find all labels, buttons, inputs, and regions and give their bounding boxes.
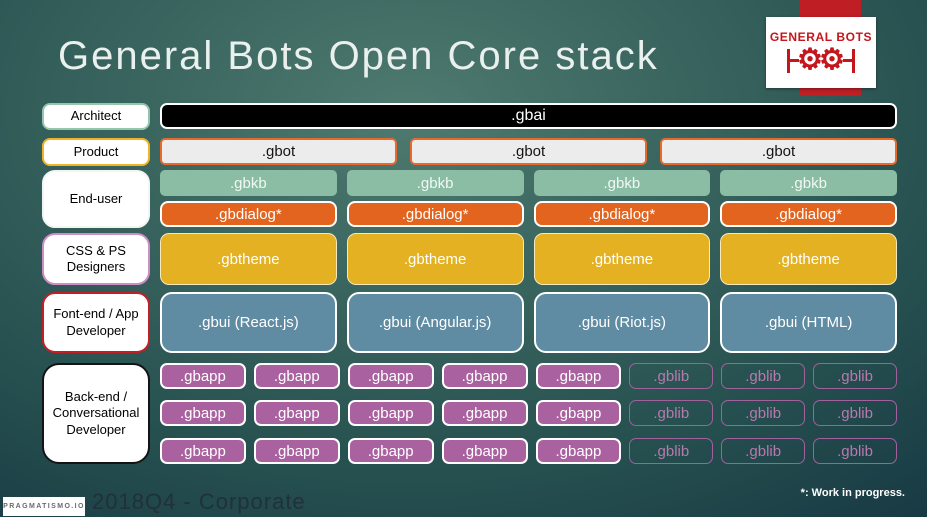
gblib-box: .gblib (629, 400, 714, 426)
role-label-frontend: Font-end / App Developer (42, 292, 150, 353)
gbai-box: .gbai (160, 103, 897, 129)
slide-caption: 2018Q4 - Corporate (92, 489, 306, 514)
pragmatismo-logo-text: PRAGMATISMO.IO (3, 503, 85, 510)
role-label-text: Product (73, 143, 119, 159)
gbtheme-box: .gbtheme (160, 233, 337, 285)
gbapp-box: .gbapp (347, 363, 434, 389)
gbapp-box: .gbapp (441, 363, 528, 389)
gbapp-box: .gbapp (347, 438, 434, 464)
gbapp-box: .gbapp (160, 363, 246, 389)
role-label-text: End-user (69, 190, 123, 206)
stack-row-gbot: .gbot .gbot .gbot (160, 138, 897, 165)
gbui-box: .gbui (React.js) (160, 292, 337, 353)
general-bots-logo: GENERAL BOTS ⚙ ⚙ (766, 17, 876, 88)
role-label-end-user: End-user (42, 170, 150, 228)
gbapp-box: .gbapp (253, 400, 340, 426)
gbapp-box: .gbapp (160, 438, 246, 464)
role-label-product: Product (42, 138, 150, 166)
gbot-box: .gbot (660, 138, 897, 165)
gbot-box: .gbot (160, 138, 397, 165)
gbkb-box: .gbkb (160, 170, 337, 196)
gear-right-stub (843, 59, 852, 62)
gbdialog-box: .gbdialog* (720, 201, 897, 227)
gbui-box: .gbui (HTML) (720, 292, 897, 353)
gbkb-box: .gbkb (720, 170, 897, 196)
gbapp-box: .gbapp (160, 400, 246, 426)
gblib-box: .gblib (813, 363, 897, 389)
role-label-css-ps-designers: CSS & PS Designers (42, 233, 150, 285)
stack-row-gbui: .gbui (React.js) .gbui (Angular.js) .gbui … (160, 292, 897, 353)
gblib-box: .gblib (721, 400, 806, 426)
gear-icon: ⚙ (819, 44, 845, 76)
role-label-text: Font-end / App Developer (53, 306, 139, 338)
stack-row-gbtheme: .gbtheme .gbtheme .gbtheme .gbtheme (160, 233, 897, 285)
gbapp-box: .gbapp (441, 438, 528, 464)
stack-row-apps-3: .gbapp .gbapp .gbapp .gbapp .gbapp .gblib .gbl… (160, 438, 897, 464)
gblib-box: .gblib (721, 438, 806, 464)
gblib-box: .gblib (813, 400, 897, 426)
gbkb-box: .gbkb (533, 170, 711, 196)
role-label-text: CSS & PS Designers (66, 242, 126, 274)
gbapp-box: .gbapp (441, 400, 528, 426)
stack-row-gbai: .gbai (160, 103, 897, 129)
gbkb-box: .gbkb (346, 170, 524, 196)
gears-icon: ⚙ ⚙ (787, 46, 855, 75)
pragmatismo-logo: PRAGMATISMO.IO (3, 497, 85, 516)
gbdialog-box: .gbdialog* (346, 201, 524, 227)
role-label-architect: Architect (42, 103, 150, 130)
work-in-progress-note: *: Work in progress. (800, 487, 905, 499)
role-label-text: Back-end / Conversational Developer (52, 389, 140, 437)
logo-brand-text: GENERAL BOTS (769, 30, 873, 44)
role-label-text: Architect (70, 108, 122, 124)
gbapp-box: .gbapp (253, 438, 340, 464)
gbui-box: .gbui (Riot.js) (533, 292, 711, 353)
gbtheme-box: .gbtheme (533, 233, 711, 285)
gbapp-box: .gbapp (347, 400, 434, 426)
gbot-box: .gbot (410, 138, 647, 165)
role-label-backend: Back-end / Conversational Developer (42, 363, 150, 464)
gbapp-box: .gbapp (535, 400, 622, 426)
stack-row-apps-2: .gbapp .gbapp .gbapp .gbapp .gbapp .gblib .gbl… (160, 400, 897, 426)
page-title: General Bots Open Core stack (58, 34, 659, 78)
slide: General Bots Open Core stack GENERAL BOT… (0, 0, 927, 517)
gblib-box: .gblib (813, 438, 897, 464)
gbui-box: .gbui (Angular.js) (346, 292, 524, 353)
gear-right-bar (852, 48, 855, 73)
gbapp-box: .gbapp (535, 363, 622, 389)
stack-row-gbdialog: .gbdialog* .gbdialog* .gbdialog* .gbdialog* (160, 201, 897, 227)
gbapp-box: .gbapp (253, 363, 340, 389)
gblib-box: .gblib (629, 438, 714, 464)
gblib-box: .gblib (629, 363, 714, 389)
stack-row-gbkb: .gbkb .gbkb .gbkb .gbkb (160, 170, 897, 196)
gbtheme-box: .gbtheme (720, 233, 897, 285)
gbapp-box: .gbapp (535, 438, 622, 464)
gbdialog-box: .gbdialog* (160, 201, 337, 227)
gbdialog-box: .gbdialog* (533, 201, 711, 227)
gbtheme-box: .gbtheme (346, 233, 524, 285)
stack-row-apps-1: .gbapp .gbapp .gbapp .gbapp .gbapp .gblib .gbl… (160, 363, 897, 389)
gblib-box: .gblib (721, 363, 806, 389)
